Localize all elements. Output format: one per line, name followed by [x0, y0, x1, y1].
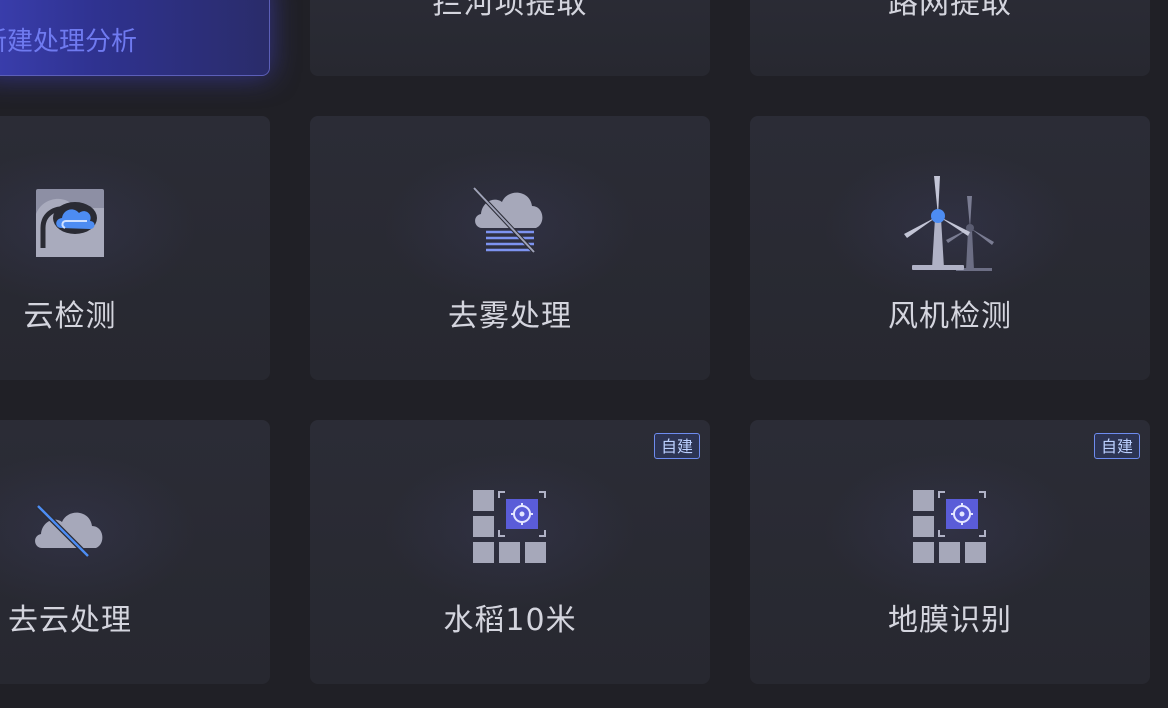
new-task-label: 新建处理分析 [0, 27, 138, 57]
cloud-remove-icon [35, 504, 103, 558]
card-wind-turbine-detection[interactable]: 风机检测 [750, 116, 1150, 380]
card-label: 去云处理 [8, 603, 132, 638]
card-film-recognition[interactable]: 自建 地膜识别 [750, 420, 1150, 684]
card-dehaze[interactable]: 去雾处理 [310, 116, 710, 380]
card-label: 去雾处理 [448, 299, 572, 334]
wind-turbine-icon [904, 176, 994, 271]
card-label: 路网提取 [888, 0, 1012, 21]
grid-target-icon [913, 490, 986, 563]
card-rice-10m[interactable]: 自建 水稻10米 [310, 420, 710, 684]
card-cloud-removal[interactable]: 去云处理 [0, 420, 270, 684]
card-cloud-detection[interactable]: 云检测 [0, 116, 270, 380]
dehaze-icon [472, 186, 543, 254]
algorithm-grid: 新建处理分析 拦河坝提取 路网提取 云检测 去雾处理 [0, 0, 1168, 708]
custom-badge: 自建 [1093, 433, 1140, 459]
cloud-detect-icon [36, 189, 104, 257]
new-task-button[interactable]: 新建处理分析 [0, 0, 270, 76]
card-label: 水稻10米 [443, 603, 577, 638]
card-label: 拦河坝提取 [432, 0, 588, 21]
card-label: 云检测 [23, 299, 117, 334]
card-road-extraction[interactable]: 路网提取 [750, 0, 1150, 76]
custom-badge: 自建 [653, 433, 700, 459]
card-label: 地膜识别 [888, 603, 1012, 638]
card-label: 风机检测 [888, 299, 1012, 334]
grid-target-icon [473, 490, 546, 563]
card-dam-extraction[interactable]: 拦河坝提取 [310, 0, 710, 76]
